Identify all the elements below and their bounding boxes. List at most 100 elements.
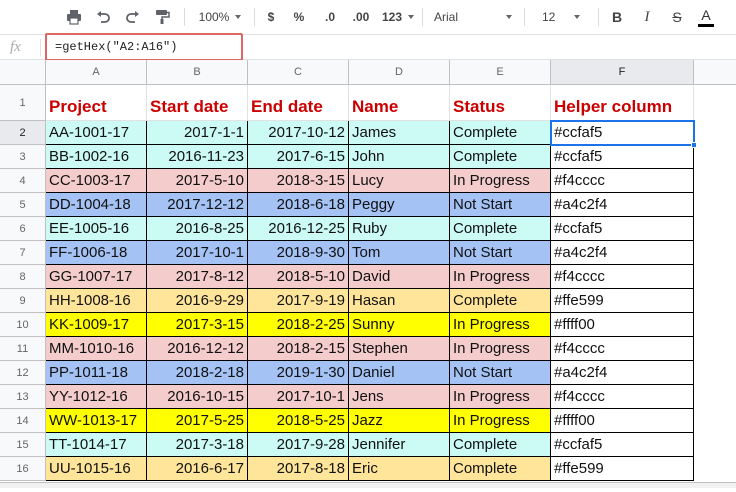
percent-format-button[interactable]: % [289, 0, 309, 34]
cell-status[interactable]: Complete [450, 121, 551, 145]
redo-button[interactable] [121, 0, 145, 34]
cell-name[interactable]: Tom [349, 241, 450, 265]
cell-start-date[interactable]: 2017-8-12 [147, 265, 248, 289]
cell-status[interactable]: In Progress [450, 337, 551, 361]
cell-project[interactable]: MM-1010-16 [46, 337, 147, 361]
cell-project[interactable]: PP-1011-18 [46, 361, 147, 385]
font-select[interactable]: Arial [428, 0, 518, 34]
cell-start-date[interactable]: 2017-12-12 [147, 193, 248, 217]
cell-start-date[interactable]: 2016-8-25 [147, 217, 248, 241]
cell-name[interactable]: Jazz [349, 409, 450, 433]
cell-start-date[interactable]: 2017-3-15 [147, 313, 248, 337]
cell-name[interactable]: John [349, 145, 450, 169]
header-cell-name[interactable]: Name [349, 85, 450, 121]
formula-input[interactable]: =getHex("A2:A16") [45, 33, 243, 61]
row-header-13[interactable]: 13 [0, 385, 46, 409]
cell-end-date[interactable]: 2017-10-1 [248, 385, 349, 409]
cell-name[interactable]: James [349, 121, 450, 145]
cell-end-date[interactable]: 2017-6-15 [248, 145, 349, 169]
undo-button[interactable] [91, 0, 115, 34]
cell-helper[interactable]: #ffe599 [551, 457, 694, 481]
cell-start-date[interactable]: 2016-10-15 [147, 385, 248, 409]
cell-helper[interactable]: #a4c2f4 [551, 361, 694, 385]
cell-name[interactable]: Daniel [349, 361, 450, 385]
cell-project[interactable]: GG-1007-17 [46, 265, 147, 289]
cell-helper[interactable]: #ccfaf5 [551, 121, 694, 145]
cell-helper[interactable]: #ccfaf5 [551, 145, 694, 169]
currency-format-button[interactable]: $ [261, 0, 281, 34]
cell-end-date[interactable]: 2017-9-19 [248, 289, 349, 313]
row-header-7[interactable]: 7 [0, 241, 46, 265]
cell-project[interactable]: WW-1013-17 [46, 409, 147, 433]
cell-project[interactable]: CC-1003-17 [46, 169, 147, 193]
strikethrough-button[interactable]: S [666, 0, 688, 34]
cell-status[interactable]: In Progress [450, 265, 551, 289]
cell-status[interactable]: Not Start [450, 361, 551, 385]
row-header-4[interactable]: 4 [0, 169, 46, 193]
cell-status[interactable]: In Progress [450, 409, 551, 433]
cell-helper[interactable]: #f4cccc [551, 337, 694, 361]
cell-project[interactable]: DD-1004-18 [46, 193, 147, 217]
row-header-1[interactable]: 1 [0, 85, 46, 121]
font-size-select[interactable]: 12 [530, 0, 592, 34]
cell-name[interactable]: Stephen [349, 337, 450, 361]
cell-helper[interactable]: #ffff00 [551, 409, 694, 433]
cell-name[interactable]: Eric [349, 457, 450, 481]
row-header-11[interactable]: 11 [0, 337, 46, 361]
cell-status[interactable]: Complete [450, 145, 551, 169]
cell-end-date[interactable]: 2018-6-18 [248, 193, 349, 217]
cell-start-date[interactable]: 2016-11-23 [147, 145, 248, 169]
row-header-12[interactable]: 12 [0, 361, 46, 385]
column-header-c[interactable]: C [248, 60, 349, 85]
cell-status[interactable]: In Progress [450, 385, 551, 409]
row-header-5[interactable]: 5 [0, 193, 46, 217]
cell-project[interactable]: HH-1008-16 [46, 289, 147, 313]
cell-end-date[interactable]: 2016-12-25 [248, 217, 349, 241]
cell-start-date[interactable]: 2017-3-18 [147, 433, 248, 457]
header-cell-start-date[interactable]: Start date [147, 85, 248, 121]
row-header-10[interactable]: 10 [0, 313, 46, 337]
row-header-2[interactable]: 2 [0, 121, 46, 145]
cell-start-date[interactable]: 2017-5-10 [147, 169, 248, 193]
cell-status[interactable]: Complete [450, 433, 551, 457]
cell-project[interactable]: FF-1006-18 [46, 241, 147, 265]
cell-name[interactable]: Jennifer [349, 433, 450, 457]
cell-helper[interactable]: #ffe599 [551, 289, 694, 313]
cell-name[interactable]: Ruby [349, 217, 450, 241]
row-header-6[interactable]: 6 [0, 217, 46, 241]
cell-end-date[interactable]: 2018-3-15 [248, 169, 349, 193]
cell-project[interactable]: KK-1009-17 [46, 313, 147, 337]
cell-helper[interactable]: #a4c2f4 [551, 193, 694, 217]
cell-name[interactable]: Sunny [349, 313, 450, 337]
paint-format-button[interactable] [150, 0, 174, 34]
cell-project[interactable]: UU-1015-16 [46, 457, 147, 481]
cell-name[interactable]: David [349, 265, 450, 289]
header-cell-end-date[interactable]: End date [248, 85, 349, 121]
cell-helper[interactable]: #ffff00 [551, 313, 694, 337]
cell-status[interactable]: Complete [450, 457, 551, 481]
cell-end-date[interactable]: 2019-1-30 [248, 361, 349, 385]
row-header-16[interactable]: 16 [0, 457, 46, 481]
cell-status[interactable]: In Progress [450, 313, 551, 337]
zoom-select[interactable]: 100% [190, 0, 250, 34]
cell-start-date[interactable]: 2017-1-1 [147, 121, 248, 145]
cell-start-date[interactable]: 2017-5-25 [147, 409, 248, 433]
bold-button[interactable]: B [606, 0, 628, 34]
row-header-3[interactable]: 3 [0, 145, 46, 169]
cell-end-date[interactable]: 2017-10-12 [248, 121, 349, 145]
cell-end-date[interactable]: 2017-8-18 [248, 457, 349, 481]
cell-end-date[interactable]: 2018-5-10 [248, 265, 349, 289]
cell-helper[interactable]: #ccfaf5 [551, 217, 694, 241]
select-all-corner[interactable] [0, 60, 46, 85]
cell-name[interactable]: Lucy [349, 169, 450, 193]
cell-end-date[interactable]: 2018-9-30 [248, 241, 349, 265]
column-header-d[interactable]: D [349, 60, 450, 85]
cell-end-date[interactable]: 2018-2-15 [248, 337, 349, 361]
cell-helper[interactable]: #f4cccc [551, 265, 694, 289]
print-button[interactable] [62, 0, 86, 34]
cell-project[interactable]: AA-1001-17 [46, 121, 147, 145]
number-format-select[interactable]: 123 [379, 0, 417, 34]
italic-button[interactable]: I [636, 0, 658, 34]
cell-project[interactable]: YY-1012-16 [46, 385, 147, 409]
cell-project[interactable]: EE-1005-16 [46, 217, 147, 241]
